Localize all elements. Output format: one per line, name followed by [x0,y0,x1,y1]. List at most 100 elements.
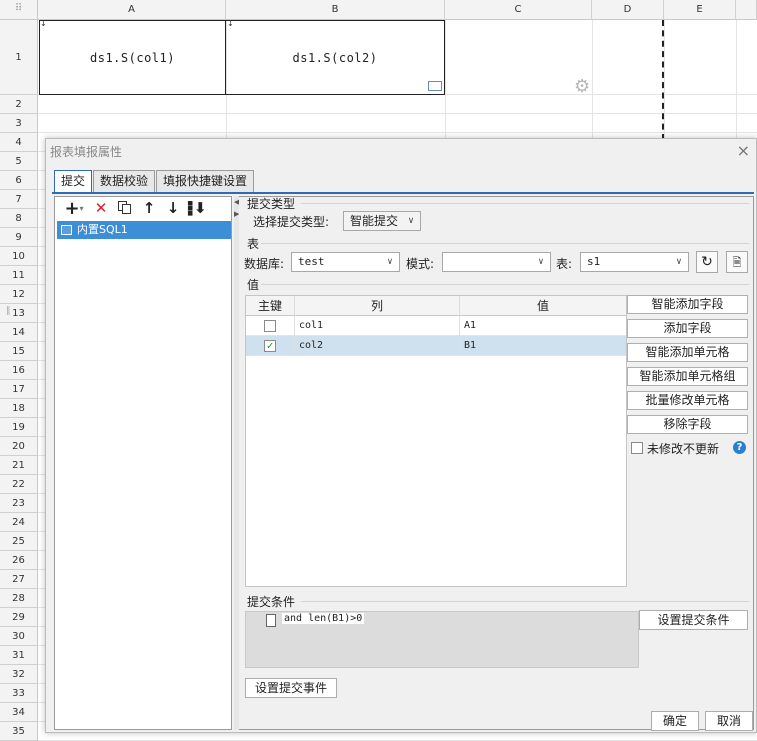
ok-button[interactable]: 确定 [651,711,699,731]
value-cell[interactable]: B1 [460,336,626,356]
row-header[interactable]: 3 [0,114,38,133]
tab-shortcut-settings[interactable]: 填报快捷键设置 [156,170,255,192]
column-cell[interactable]: col2 [295,336,460,356]
column-cell[interactable]: col1 [295,316,460,336]
row-header[interactable]: 32 [0,665,38,684]
primary-key-checkbox[interactable] [264,320,276,332]
header-column[interactable]: 列 [295,296,460,316]
row-header[interactable]: 15 [0,342,38,361]
remove-field-button[interactable]: 移除字段 [627,415,748,434]
submit-condition-box[interactable]: and len(B1)>0 [245,611,639,668]
row-header[interactable]: 26 [0,551,38,570]
add-button[interactable]: + ▾ [61,198,87,219]
arrow-down-icon: ↓ [166,199,180,217]
row-header[interactable]: 25 [0,532,38,551]
submit-type-select[interactable]: 智能提交 ∨ [343,211,421,231]
row-header[interactable]: 18 [0,399,38,418]
cell-a1[interactable]: ds1.S(col1) [39,20,226,95]
database-value: test [298,255,325,268]
column-header-d[interactable]: D [592,0,664,20]
row-header[interactable]: 17 [0,380,38,399]
header-primary-key[interactable]: 主键 [246,296,295,316]
delete-icon: ✕ [94,199,108,217]
row-header[interactable]: 30 [0,627,38,646]
column-header-b[interactable]: B [226,0,445,20]
cell-resize-handle-icon[interactable] [428,81,442,91]
copy-button[interactable] [115,199,135,217]
row-header[interactable]: 23 [0,494,38,513]
row-header[interactable]: 6 [0,171,38,190]
help-icon[interactable]: ? [733,441,746,454]
row-header[interactable]: 5 [0,152,38,171]
close-icon[interactable]: × [737,141,750,160]
divider [261,284,749,285]
row-header[interactable]: 21 [0,456,38,475]
no-update-checkbox[interactable] [631,442,643,454]
row-header[interactable]: 19 [0,418,38,437]
batch-modify-cells-button[interactable]: 批量修改单元格 [627,391,748,410]
mode-select[interactable]: ∨ [442,252,551,272]
set-submit-condition-button[interactable]: 设置提交条件 [639,610,748,630]
row-header[interactable]: 2 [0,95,38,114]
smart-add-cell-group-button[interactable]: 智能添加单元格组 [627,367,748,386]
move-down-button[interactable]: ↓ [163,199,183,217]
set-submit-event-button[interactable]: 设置提交事件 [245,678,337,698]
submit-type-value: 智能提交 [350,214,399,228]
primary-key-checkbox[interactable]: ✓ [264,340,276,352]
database-select[interactable]: test ∨ [291,252,400,272]
row-header[interactable]: 31 [0,646,38,665]
row-header[interactable]: 9 [0,228,38,247]
row-header[interactable]: 24 [0,513,38,532]
report-fill-properties-dialog: 报表填报属性 × 提交 数据校验 填报快捷键设置 + ▾ ✕ ↑ ↓ ■ ■ ■ ⬇ [45,138,757,733]
tree-item-builtin-sql[interactable]: 内置SQL1 [57,221,231,239]
smart-add-field-button[interactable]: 智能添加字段 [627,295,748,314]
refresh-button[interactable]: ↻ [696,251,718,273]
column-header-a[interactable]: A [38,0,226,20]
column-header-c[interactable]: C [445,0,592,20]
row-header[interactable]: 10 [0,247,38,266]
row-header[interactable]: 35 [0,722,38,741]
row-header[interactable]: 1 [0,20,38,95]
row-header[interactable]: 12 [0,285,38,304]
row-header[interactable]: 29 [0,608,38,627]
condition-expression[interactable]: and len(B1)>0 [282,613,365,624]
row-header[interactable]: 22 [0,475,38,494]
table-row[interactable]: col1 A1 [246,316,626,336]
tab-data-validation[interactable]: 数据校验 [93,170,156,192]
preview-table-button[interactable]: 🗎 [726,251,748,273]
divider [301,203,749,204]
gear-icon[interactable]: ⚙ [574,76,590,97]
refresh-icon: ↻ [701,254,713,270]
header-value[interactable]: 值 [460,296,626,316]
grid-line [38,113,757,114]
row-header[interactable]: 14 [0,323,38,342]
table-row[interactable]: ✓ col2 B1 [246,336,626,356]
row-header[interactable]: 20 [0,437,38,456]
cell-b1[interactable]: ds1.S(col2) [225,20,445,95]
chevron-down-icon: ∨ [538,257,544,267]
row-header[interactable]: 11 [0,266,38,285]
row-header[interactable]: 16 [0,361,38,380]
sheet-corner[interactable]: ⠿ [0,0,38,20]
move-up-button[interactable]: ↑ [139,199,159,217]
tab-submit[interactable]: 提交 [54,170,93,192]
row-header[interactable]: 4 [0,133,38,152]
row-header[interactable]: 27 [0,570,38,589]
row-header[interactable]: 8 [0,209,38,228]
splitter-handle[interactable]: ‖ [6,306,11,316]
add-field-button[interactable]: 添加字段 [627,319,748,338]
row-header[interactable]: 28 [0,589,38,608]
column-header-e[interactable]: E [664,0,736,20]
sort-button[interactable]: ■ ■ ■ ⬇ [187,199,207,217]
row-header[interactable]: 7 [0,190,38,209]
row-header[interactable]: 34 [0,703,38,722]
cancel-button[interactable]: 取消 [705,711,753,731]
primary-key-cell [246,316,295,336]
delete-button[interactable]: ✕ [91,199,111,217]
row-header[interactable]: 33 [0,684,38,703]
value-cell[interactable]: A1 [460,316,626,336]
table-select[interactable]: s1 ∨ [580,252,689,272]
grid-line [38,132,757,133]
smart-add-cell-button[interactable]: 智能添加单元格 [627,343,748,362]
dialog-title: 报表填报属性 [50,145,123,159]
